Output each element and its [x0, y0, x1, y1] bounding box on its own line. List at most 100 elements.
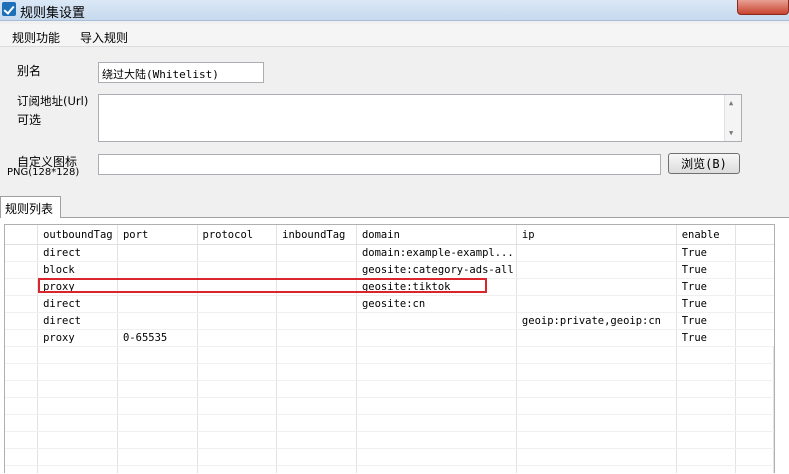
menu-import-rules[interactable]: 导入规则 [80, 29, 128, 46]
url-scrollbar[interactable]: ▲ ▼ [724, 95, 741, 141]
row-header-corner [5, 225, 39, 245]
row-header[interactable] [5, 312, 39, 330]
table-cell-protocol[interactable] [197, 244, 278, 262]
empty-cell [516, 431, 677, 449]
empty-cell [276, 346, 357, 364]
empty-cell [37, 346, 118, 364]
table-cell-enable[interactable]: True [676, 295, 737, 313]
table-cell-protocol[interactable] [197, 329, 278, 347]
table-cell-protocol[interactable] [197, 261, 278, 279]
table-cell-inboundtag[interactable] [276, 329, 357, 347]
column-header-enable[interactable]: enable [676, 225, 737, 245]
empty-cell [117, 346, 198, 364]
table-cell-protocol[interactable] [197, 295, 278, 313]
table-row[interactable]: block geosite:category-ads-all True [5, 261, 774, 279]
table-cell-enable[interactable]: True [676, 261, 737, 279]
scroll-up-icon[interactable]: ▲ [729, 99, 733, 107]
table-cell-inboundtag[interactable] [276, 312, 357, 330]
tab-rule-list[interactable]: 规则列表 [0, 196, 61, 218]
table-cell-outboundtag[interactable]: proxy [37, 329, 118, 347]
table-cell-domain[interactable] [356, 329, 517, 347]
empty-cell [735, 414, 774, 432]
table-cell-inboundtag[interactable] [276, 278, 357, 296]
column-header-protocol[interactable]: protocol [197, 225, 278, 245]
table-cell-outboundtag[interactable]: direct [37, 244, 118, 262]
empty-cell [516, 397, 677, 415]
column-header-ip[interactable]: ip [516, 225, 677, 245]
table-cell-port[interactable]: 0-65535 [117, 329, 198, 347]
table-cell-enable[interactable]: True [676, 244, 737, 262]
empty-cell [276, 363, 357, 381]
table-row[interactable]: direct geosite:cn True [5, 295, 774, 313]
table-cell-inboundtag[interactable] [276, 261, 357, 279]
table-cell-ip[interactable] [516, 261, 677, 279]
table-cell-port[interactable] [117, 295, 198, 313]
empty-cell [37, 465, 118, 473]
table-cell-ip[interactable] [516, 278, 677, 296]
table-cell-port[interactable] [117, 278, 198, 296]
empty-cell [37, 431, 118, 449]
rules-grid[interactable]: outboundTag port protocol inboundTag domain i… [4, 224, 775, 473]
empty-row [5, 346, 774, 364]
table-cell-enable[interactable]: True [676, 329, 737, 347]
empty-cell [676, 465, 737, 473]
empty-cell [5, 346, 39, 364]
row-header[interactable] [5, 295, 39, 313]
row-header[interactable] [5, 244, 39, 262]
table-header: outboundTag port protocol inboundTag domain i… [5, 225, 774, 245]
browse-button[interactable]: 浏览(B) [668, 153, 740, 174]
table-cell-protocol[interactable] [197, 312, 278, 330]
table-cell-domain[interactable]: geosite:cn [356, 295, 517, 313]
table-cell-ip[interactable] [516, 329, 677, 347]
row-header[interactable] [5, 329, 39, 347]
table-cell-enable[interactable]: True [676, 278, 737, 296]
table-cell-outboundtag[interactable]: direct [37, 295, 118, 313]
table-cell-port[interactable] [117, 244, 198, 262]
empty-cell [356, 346, 517, 364]
empty-cell [197, 363, 278, 381]
table-cell-ip[interactable] [516, 295, 677, 313]
table-cell-inboundtag[interactable] [276, 244, 357, 262]
empty-cell [676, 414, 737, 432]
url-textarea[interactable]: ▲ ▼ [98, 94, 742, 142]
column-header-outboundtag[interactable]: outboundTag [37, 225, 118, 245]
table-cell-ip[interactable] [516, 244, 677, 262]
table-row[interactable]: direct geoip:private,geoip:cn True [5, 312, 774, 330]
table-cell-outboundtag[interactable]: block [37, 261, 118, 279]
empty-cell [356, 363, 517, 381]
url-optional-label: 可选 [17, 113, 42, 127]
table-cell-enable[interactable]: True [676, 312, 737, 330]
table-row[interactable]: proxy geosite:tiktok True [5, 278, 774, 296]
icon-size-label: PNG(128*128) [7, 167, 80, 178]
table-cell-inboundtag[interactable] [276, 295, 357, 313]
table-cell-ip[interactable]: geoip:private,geoip:cn [516, 312, 677, 330]
row-header[interactable] [5, 278, 39, 296]
alias-input[interactable]: 绕过大陆(Whitelist) [98, 62, 264, 83]
row-header[interactable] [5, 261, 39, 279]
icon-path-input[interactable] [98, 154, 661, 175]
table-cell-domain[interactable]: geosite:category-ads-all [356, 261, 517, 279]
table-cell-domain[interactable]: geosite:tiktok [356, 278, 517, 296]
empty-cell [5, 414, 39, 432]
column-header-port[interactable]: port [117, 225, 198, 245]
empty-cell [356, 380, 517, 398]
scroll-down-icon[interactable]: ▼ [729, 129, 733, 137]
row-filler [735, 244, 774, 262]
menu-rule-functions[interactable]: 规则功能 [12, 29, 60, 46]
row-filler [735, 295, 774, 313]
table-row[interactable]: proxy 0-65535 True [5, 329, 774, 347]
table-cell-protocol[interactable] [197, 278, 278, 296]
table-cell-domain[interactable] [356, 312, 517, 330]
close-button[interactable] [737, 0, 789, 15]
table-cell-port[interactable] [117, 261, 198, 279]
column-header-inboundtag[interactable]: inboundTag [276, 225, 357, 245]
table-cell-domain[interactable]: domain:example-exampl... [356, 244, 517, 262]
column-header-domain[interactable]: domain [356, 225, 517, 245]
table-row[interactable]: direct domain:example-exampl... True [5, 244, 774, 262]
empty-cell [117, 363, 198, 381]
empty-cell [735, 346, 774, 364]
table-cell-port[interactable] [117, 312, 198, 330]
empty-cell [735, 448, 774, 466]
table-cell-outboundtag[interactable]: direct [37, 312, 118, 330]
table-cell-outboundtag[interactable]: proxy [37, 278, 118, 296]
